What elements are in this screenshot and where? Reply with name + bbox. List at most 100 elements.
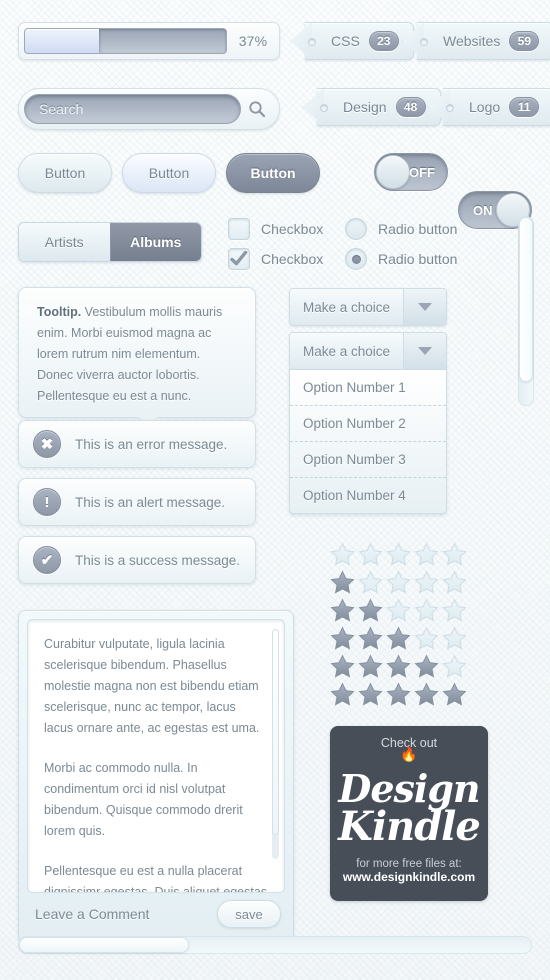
star-empty-icon[interactable] xyxy=(414,570,439,600)
select-option[interactable]: Option Number 1 xyxy=(290,370,446,406)
flame-icon: 🔥 xyxy=(400,746,418,762)
tooltip-body: Vestibulum mollis mauris enim. Morbi eui… xyxy=(37,305,223,403)
radio-selected-icon[interactable] xyxy=(345,248,367,270)
search-bar[interactable]: Search xyxy=(18,88,280,130)
tag-count-badge: 11 xyxy=(509,97,540,117)
star-filled-icon[interactable] xyxy=(442,682,467,712)
star-filled-icon[interactable] xyxy=(330,570,355,600)
search-input[interactable]: Search xyxy=(24,94,241,124)
checkbox-unchecked-icon[interactable] xyxy=(228,218,250,240)
tag-label: Logo xyxy=(469,99,501,115)
tag-count-badge: 23 xyxy=(368,31,399,51)
rating-row[interactable] xyxy=(330,570,467,600)
star-empty-icon[interactable] xyxy=(386,598,411,628)
star-filled-icon[interactable] xyxy=(330,598,355,628)
tooltip-lead: Tooltip. xyxy=(37,305,82,319)
star-ratings[interactable] xyxy=(330,525,467,711)
vertical-scrollbar[interactable] xyxy=(518,216,534,406)
star-filled-icon[interactable] xyxy=(358,626,383,656)
star-filled-icon[interactable] xyxy=(330,654,355,684)
tag-hole-icon xyxy=(308,38,316,46)
chevron-down-icon[interactable] xyxy=(403,333,446,369)
checkbox-checked-icon[interactable] xyxy=(228,248,250,270)
radio-unselected-row[interactable]: Radio button xyxy=(345,216,457,242)
tag-css[interactable]: CSS 23 xyxy=(305,22,414,60)
star-filled-icon[interactable] xyxy=(386,654,411,684)
textarea-scrollbar[interactable] xyxy=(272,629,279,859)
rating-row[interactable] xyxy=(330,626,467,656)
segment-artists[interactable]: Artists xyxy=(19,223,110,261)
star-filled-icon[interactable] xyxy=(330,682,355,712)
toggle-off[interactable]: OFF xyxy=(374,153,448,191)
select-option[interactable]: Option Number 3 xyxy=(290,442,446,478)
select-option[interactable]: Option Number 4 xyxy=(290,478,446,513)
comment-footer-label: Leave a Comment xyxy=(35,906,150,922)
select-closed[interactable]: Make a choice xyxy=(289,288,447,326)
promo-website-link[interactable]: www.designkindle.com xyxy=(338,870,480,884)
radio-unselected-icon[interactable] xyxy=(345,218,367,240)
star-empty-icon[interactable] xyxy=(442,654,467,684)
toggle-knob[interactable] xyxy=(376,155,410,189)
star-filled-icon[interactable] xyxy=(330,626,355,656)
checkbox-checked-row[interactable]: Checkbox xyxy=(228,246,323,272)
star-filled-icon[interactable] xyxy=(386,626,411,656)
error-x-icon: ✖ xyxy=(33,430,61,458)
rating-row[interactable] xyxy=(330,654,467,684)
star-filled-icon[interactable] xyxy=(358,682,383,712)
horizontal-scrollbar-thumb[interactable] xyxy=(19,937,189,953)
tag-websites[interactable]: Websites 59 xyxy=(417,22,550,60)
vertical-scrollbar-thumb[interactable] xyxy=(519,217,533,383)
rating-row[interactable] xyxy=(330,542,467,572)
button-hover[interactable]: Button xyxy=(122,153,216,193)
star-empty-icon[interactable] xyxy=(330,542,355,572)
button-pressed[interactable]: Button xyxy=(226,153,320,193)
segmented-control[interactable]: Artists Albums xyxy=(18,222,202,262)
toggle-label: ON xyxy=(473,202,493,218)
tag-logo[interactable]: Logo 11 xyxy=(443,88,550,126)
star-filled-icon[interactable] xyxy=(414,654,439,684)
message-text: This is an error message. xyxy=(75,436,228,452)
tag-label: Design xyxy=(343,99,387,115)
radio-label: Radio button xyxy=(378,251,458,267)
segment-albums[interactable]: Albums xyxy=(109,223,201,261)
star-empty-icon[interactable] xyxy=(442,598,467,628)
progress-bar: 37% xyxy=(18,22,280,60)
star-filled-icon[interactable] xyxy=(414,682,439,712)
rating-row[interactable] xyxy=(330,598,467,628)
star-empty-icon[interactable] xyxy=(414,542,439,572)
radio-label: Radio button xyxy=(378,221,458,237)
button-default[interactable]: Button xyxy=(18,153,112,193)
star-empty-icon[interactable] xyxy=(414,626,439,656)
save-button[interactable]: save xyxy=(217,900,281,928)
comment-textarea[interactable]: Curabitur vulputate, ligula lacinia scel… xyxy=(27,619,285,893)
star-empty-icon[interactable] xyxy=(386,542,411,572)
radio-selected-row[interactable]: Radio button xyxy=(345,246,457,272)
star-empty-icon[interactable] xyxy=(442,542,467,572)
tag-count-badge: 48 xyxy=(395,97,426,117)
tag-hole-icon xyxy=(446,104,454,112)
select-options-list[interactable]: Option Number 1 Option Number 2 Option N… xyxy=(289,370,447,514)
select-option[interactable]: Option Number 2 xyxy=(290,406,446,442)
star-empty-icon[interactable] xyxy=(414,598,439,628)
rating-row[interactable] xyxy=(330,682,467,712)
star-filled-icon[interactable] xyxy=(386,682,411,712)
toggle-label: OFF xyxy=(409,164,435,180)
chevron-down-icon[interactable] xyxy=(403,289,446,325)
tooltip: Tooltip. Vestibulum mollis mauris enim. … xyxy=(18,287,256,418)
star-empty-icon[interactable] xyxy=(442,570,467,600)
star-filled-icon[interactable] xyxy=(358,598,383,628)
star-empty-icon[interactable] xyxy=(358,542,383,572)
star-empty-icon[interactable] xyxy=(442,626,467,656)
search-icon[interactable] xyxy=(241,100,273,118)
button-label: Button xyxy=(44,165,86,181)
textarea-scrollbar-thumb[interactable] xyxy=(272,629,279,835)
star-empty-icon[interactable] xyxy=(386,570,411,600)
checkbox-unchecked-row[interactable]: Checkbox xyxy=(228,216,323,242)
star-filled-icon[interactable] xyxy=(358,654,383,684)
tag-design[interactable]: Design 48 xyxy=(317,88,441,126)
message-error: ✖ This is an error message. xyxy=(18,420,256,468)
promo-banner[interactable]: Check out 🔥 Design Kindle for more free … xyxy=(330,726,488,901)
star-empty-icon[interactable] xyxy=(358,570,383,600)
horizontal-scrollbar[interactable] xyxy=(18,936,532,954)
select-open[interactable]: Make a choice xyxy=(289,332,447,370)
